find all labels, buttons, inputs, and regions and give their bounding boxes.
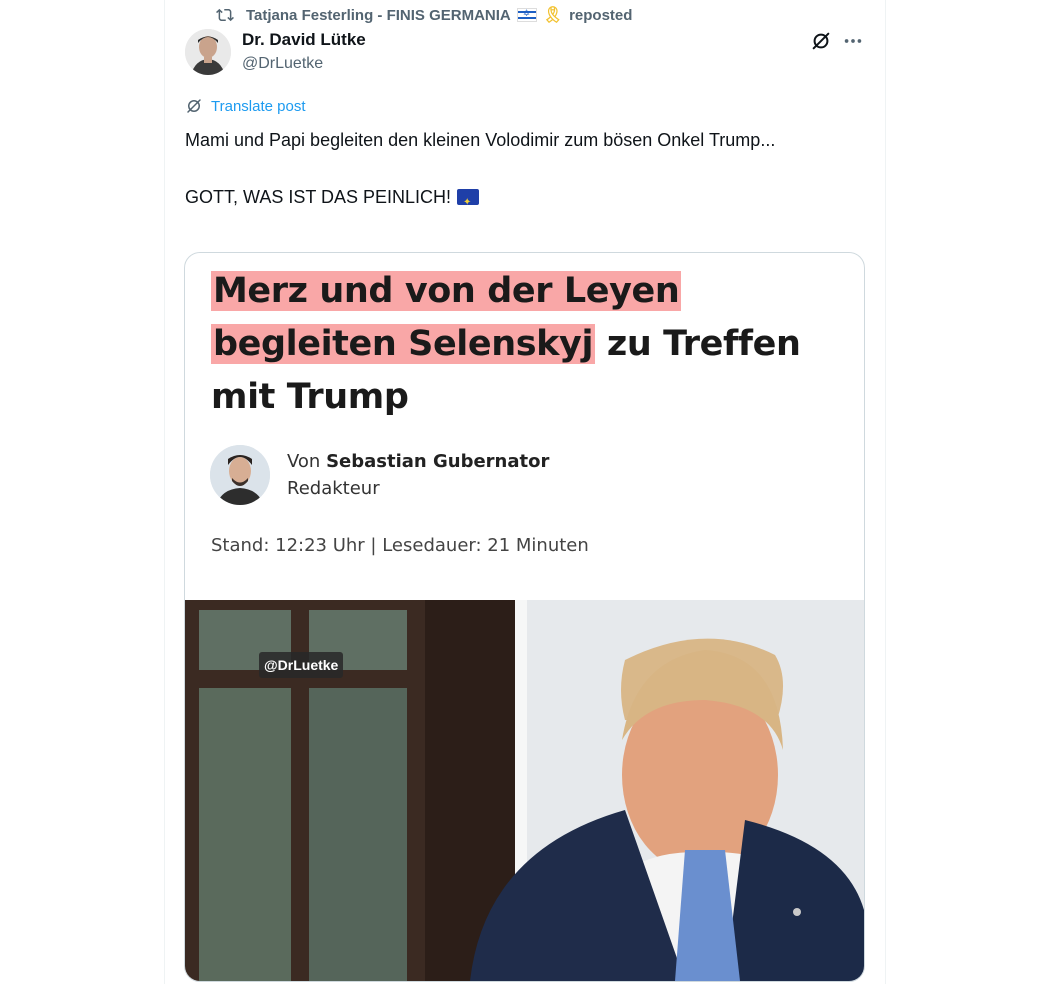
headline-highlight-2: begleiten Selenskyj	[211, 324, 596, 364]
article-headline: Merz und von der Leyen begleiten Selensk…	[211, 265, 851, 424]
translate-label[interactable]: Translate post	[211, 98, 306, 115]
post-text-line2: GOTT, WAS IST DAS PEINLICH!	[185, 187, 452, 207]
byline-author: Sebastian Gubernator	[326, 451, 550, 472]
article-photo: @DrLuetke	[185, 600, 864, 981]
translate-post-link[interactable]: Translate post	[185, 97, 306, 115]
post-text-line1: Mami und Papi begleiten den kleinen Volo…	[185, 130, 776, 150]
post-text-line2-wrap: GOTT, WAS IST DAS PEINLICH!	[185, 183, 825, 217]
israel-flag-emoji	[516, 8, 537, 22]
article-meta: Stand: 12:23 Uhr | Lesedauer: 21 Minuten	[211, 535, 589, 556]
headline-highlight-1: Merz und von der Leyen	[211, 271, 682, 311]
article-author-avatar	[210, 445, 270, 505]
headline-rest-2: mit Trump	[211, 377, 409, 417]
more-icon[interactable]	[842, 30, 864, 52]
article-byline: Von Sebastian Gubernator	[287, 451, 549, 472]
eu-flag-emoji	[457, 189, 480, 217]
author-handle[interactable]: @DrLuetke	[242, 55, 323, 73]
repost-user[interactable]: Tatjana Festerling - FINIS GERMANIA	[246, 7, 511, 24]
author-avatar[interactable]	[185, 29, 231, 75]
byline-prefix: Von	[287, 451, 321, 472]
yellow-ribbon-emoji: 🎗	[542, 7, 564, 24]
author-name[interactable]: Dr. David Lütke	[242, 30, 366, 50]
post-text: Mami und Papi begleiten den kleinen Volo…	[185, 126, 825, 217]
repost-icon	[216, 8, 234, 22]
repost-banner[interactable]: Tatjana Festerling - FINIS GERMANIA 🎗 re…	[216, 5, 632, 25]
translate-icon	[187, 99, 201, 113]
article-author-role: Redakteur	[287, 478, 380, 499]
grok-icon[interactable]	[810, 30, 832, 52]
photo-watermark: @DrLuetke	[259, 652, 344, 678]
headline-rest-1: zu Treffen	[606, 324, 801, 364]
media-card[interactable]: Merz und von der Leyen begleiten Selensk…	[184, 252, 865, 982]
repost-suffix: reposted	[569, 6, 633, 24]
